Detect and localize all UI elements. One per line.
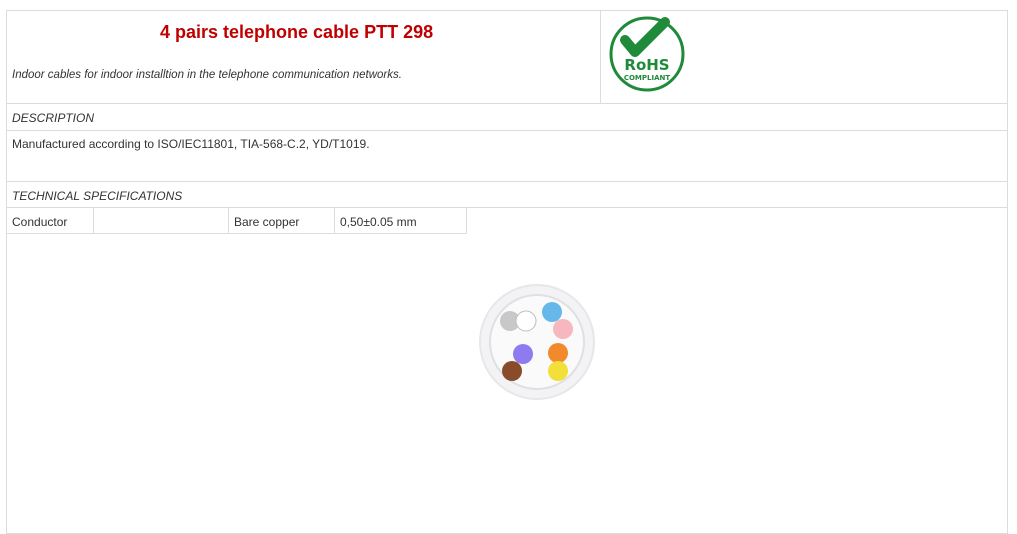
- spec-row-label: Conductor: [12, 215, 68, 229]
- header-logo-divider: [600, 10, 601, 103]
- page-title: 4 pairs telephone cable PTT 298: [160, 22, 434, 42]
- cable-cross-section-image: [479, 284, 595, 400]
- specs-top-divider: [6, 181, 1008, 182]
- page-subtitle: Indoor cables for indoor installtion in …: [12, 69, 402, 81]
- spec-col-divider-4: [466, 208, 467, 234]
- specs-heading: TECHNICAL SPECIFICATIONS: [12, 189, 183, 203]
- spec-table-frame: [6, 10, 1008, 534]
- rohs-logo-subtext: COMPLIANT: [623, 74, 671, 82]
- description-text: Manufactured according to ISO/IEC11801, …: [12, 137, 370, 151]
- description-heading: DESCRIPTION: [12, 111, 95, 125]
- spec-row: Conductor Bare copper 0,50±0.05 mm: [6, 208, 467, 234]
- spec-col-divider-3: [334, 208, 335, 234]
- rohs-logo-icon: [609, 16, 685, 92]
- spec-col-divider-2: [228, 208, 229, 234]
- description-heading-row: DESCRIPTION: [6, 103, 1008, 131]
- rohs-logo-text: RoHS: [624, 56, 670, 74]
- spec-col-divider-1: [93, 208, 94, 234]
- spec-row-extra: 0,50±0.05 mm: [340, 215, 417, 229]
- rohs-logo: RoHS COMPLIANT: [607, 14, 689, 94]
- spec-row-value: Bare copper: [234, 215, 300, 229]
